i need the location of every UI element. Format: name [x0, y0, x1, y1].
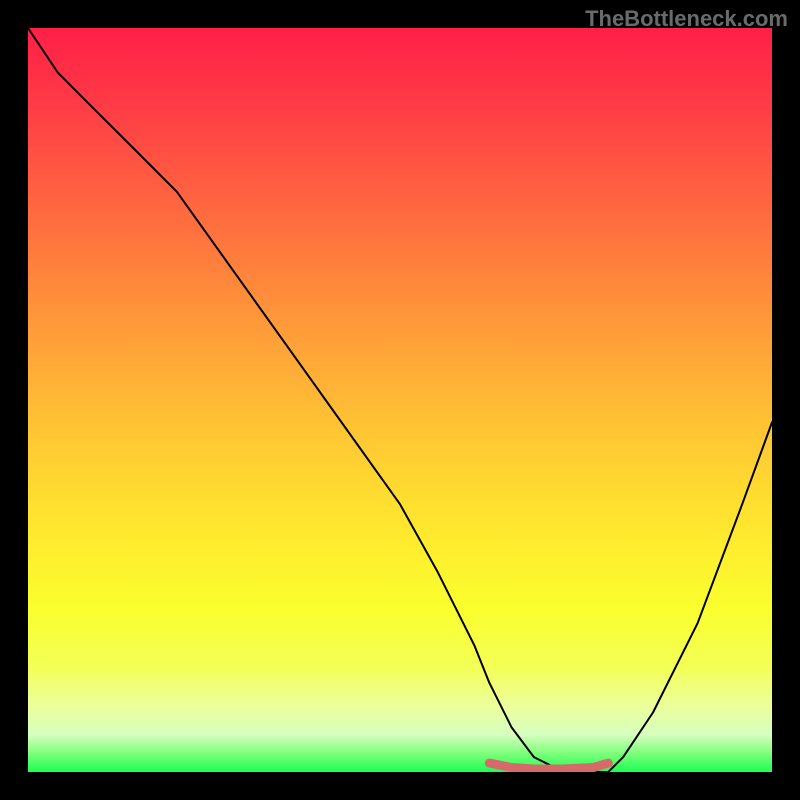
plot-area [28, 28, 772, 772]
curve-layer [28, 28, 772, 772]
bottleneck-curve-path [28, 28, 772, 772]
watermark-text: TheBottleneck.com [585, 6, 788, 32]
